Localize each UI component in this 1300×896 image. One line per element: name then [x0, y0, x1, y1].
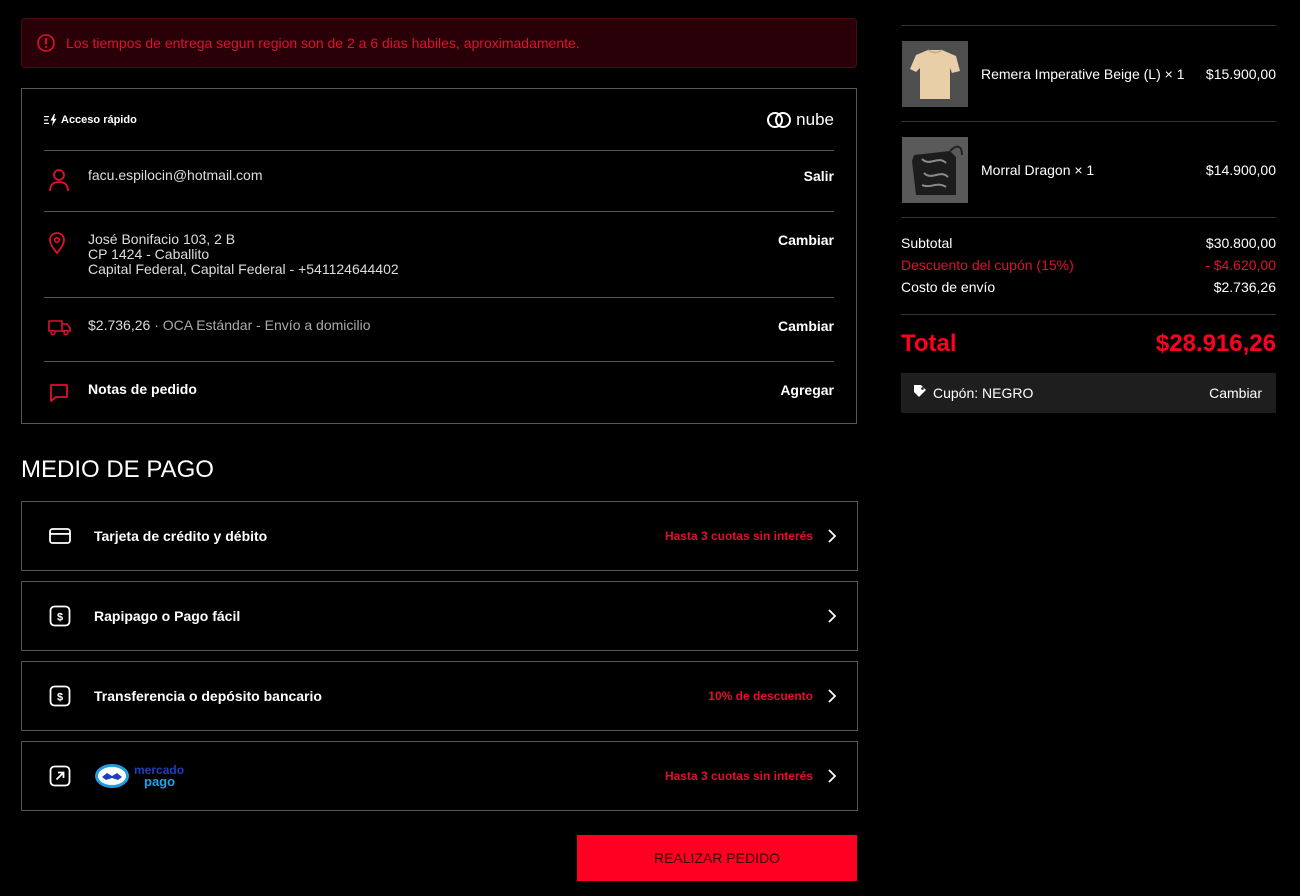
discount-label: Descuento del cupón (15%) — [901, 257, 1074, 273]
quick-access-label: Acceso rápido — [61, 113, 137, 126]
quick-access-header: Acceso rápido nube — [44, 89, 834, 151]
credit-card-icon — [48, 527, 76, 545]
contact-row: facu.espilocin@hotmail.com Salir — [44, 151, 834, 212]
coupon-bar: Cupón: NEGRO Cambiar — [901, 373, 1276, 413]
address-line1: José Bonifacio 103, 2 B — [88, 231, 236, 247]
nube-brand-text: nube — [796, 109, 834, 129]
change-shipping-button[interactable]: Cambiar — [778, 318, 834, 361]
address-block: José Bonifacio 103, 2 B CP 1424 - Caball… — [88, 232, 778, 297]
cart-item-name: Remera Imperative Beige (L) × 1 — [981, 65, 1185, 82]
payment-method-note: Hasta 3 cuotas sin interés — [664, 529, 813, 543]
payment-method-note: 10% de descuento — [708, 689, 813, 703]
svg-text:$: $ — [57, 692, 63, 704]
cart-item: Remera Imperative Beige (L) × 1 $15.900,… — [901, 26, 1276, 122]
shipping-method: OCA Estándar - Envío a domicilio — [162, 317, 371, 333]
payment-method-cash[interactable]: $ Rapipago o Pago fácil — [21, 581, 858, 651]
payment-method-card[interactable]: Tarjeta de crédito y débito Hasta 3 cuot… — [21, 501, 858, 571]
cart-item-price: $14.900,00 — [1205, 161, 1276, 178]
payment-method-mercadopago[interactable]: mercado pago Hasta 3 cuotas sin interés — [21, 741, 858, 811]
total-value: $28.916,26 — [1155, 330, 1276, 357]
tag-icon — [913, 384, 927, 403]
shipping-cost-value: $2.736,26 — [1213, 279, 1276, 295]
subtotal-line: Subtotal $30.800,00 — [901, 232, 1276, 254]
address-row: José Bonifacio 103, 2 B CP 1424 - Caball… — [44, 212, 834, 298]
shipping-price: $2.736,26 — [88, 317, 151, 333]
shipping-cost-label: Costo de envío — [901, 279, 996, 295]
logout-button[interactable]: Salir — [804, 168, 834, 211]
payment-method-label: Transferencia o depósito bancario — [94, 688, 322, 704]
payment-method-transfer[interactable]: $ Transferencia o depósito bancario 10% … — [21, 661, 858, 731]
chevron-right-icon — [827, 688, 837, 704]
contact-email: facu.espilocin@hotmail.com — [88, 167, 263, 183]
change-address-button[interactable]: Cambiar — [778, 232, 834, 297]
cash-icon: $ — [48, 605, 76, 627]
order-notes-label: Notas de pedido — [88, 381, 197, 397]
product-thumbnail-bag — [902, 136, 968, 203]
subtotal-value: $30.800,00 — [1205, 235, 1276, 251]
location-pin-icon — [44, 232, 88, 297]
total-label: Total — [901, 330, 957, 357]
order-notes-row: Notas de pedido Agregar — [44, 362, 834, 424]
cash-icon: $ — [48, 685, 76, 707]
address-line3: Capital Federal, Capital Federal - +5411… — [88, 261, 399, 277]
discount-line: Descuento del cupón (15%) - $4.620,00 — [901, 254, 1276, 276]
user-icon — [44, 168, 88, 211]
mercadopago-logo: mercado pago — [94, 763, 665, 789]
shipping-cost-line: Costo de envío $2.736,26 — [901, 276, 1276, 298]
payment-section-title: MEDIO DE PAGO — [21, 456, 214, 483]
checkout-summary-card: Acceso rápido nube facu.espilocin@hotmai… — [21, 88, 857, 424]
external-link-icon — [48, 765, 76, 787]
delivery-time-alert: Los tiempos de entrega segun region son … — [21, 18, 857, 68]
nube-logo: nube — [766, 110, 834, 130]
chat-bubble-icon — [44, 382, 88, 424]
shipping-summary: $2.736,26 · OCA Estándar - Envío a domic… — [88, 318, 778, 361]
info-circle-icon — [36, 33, 56, 53]
subtotal-label: Subtotal — [901, 235, 953, 251]
coupon-label: Cupón: NEGRO — [933, 385, 1034, 401]
discount-value: - $4.620,00 — [1205, 257, 1276, 273]
cart-item-price: $15.900,00 — [1205, 65, 1276, 82]
totals-breakdown: Subtotal $30.800,00 Descuento del cupón … — [901, 232, 1276, 298]
nube-logo-icon — [767, 111, 792, 128]
payment-method-note: Hasta 3 cuotas sin interés — [664, 769, 813, 783]
place-order-button[interactable]: REALIZAR PEDIDO — [577, 835, 857, 881]
shipping-separator: · — [154, 317, 159, 333]
chevron-right-icon — [827, 528, 837, 544]
shipping-row: $2.736,26 · OCA Estándar - Envío a domic… — [44, 298, 834, 362]
address-line2: CP 1424 - Caballito — [88, 246, 210, 262]
delivery-truck-icon — [44, 318, 88, 361]
cart-item-name: Morral Dragon × 1 — [981, 161, 1095, 178]
payment-method-label: Rapipago o Pago fácil — [94, 608, 241, 624]
payment-method-label: Tarjeta de crédito y débito — [94, 528, 268, 544]
mercadopago-wordmark: mercado pago — [134, 764, 184, 789]
product-thumbnail-tshirt — [902, 40, 968, 107]
svg-text:$: $ — [57, 612, 63, 624]
total-line: Total $28.916,26 — [901, 314, 1276, 358]
quick-access: Acceso rápido — [44, 113, 137, 126]
alert-text: Los tiempos de entrega segun region son … — [66, 35, 580, 51]
cart-item: Morral Dragon × 1 $14.900,00 — [901, 122, 1276, 218]
handshake-icon — [95, 764, 129, 788]
mercadopago-word-2: pago — [144, 774, 176, 789]
chevron-right-icon — [827, 608, 837, 624]
quick-access-icon — [44, 113, 57, 126]
change-coupon-button[interactable]: Cambiar — [1209, 385, 1262, 401]
add-notes-button[interactable]: Agregar — [780, 382, 834, 424]
chevron-right-icon — [827, 768, 837, 784]
